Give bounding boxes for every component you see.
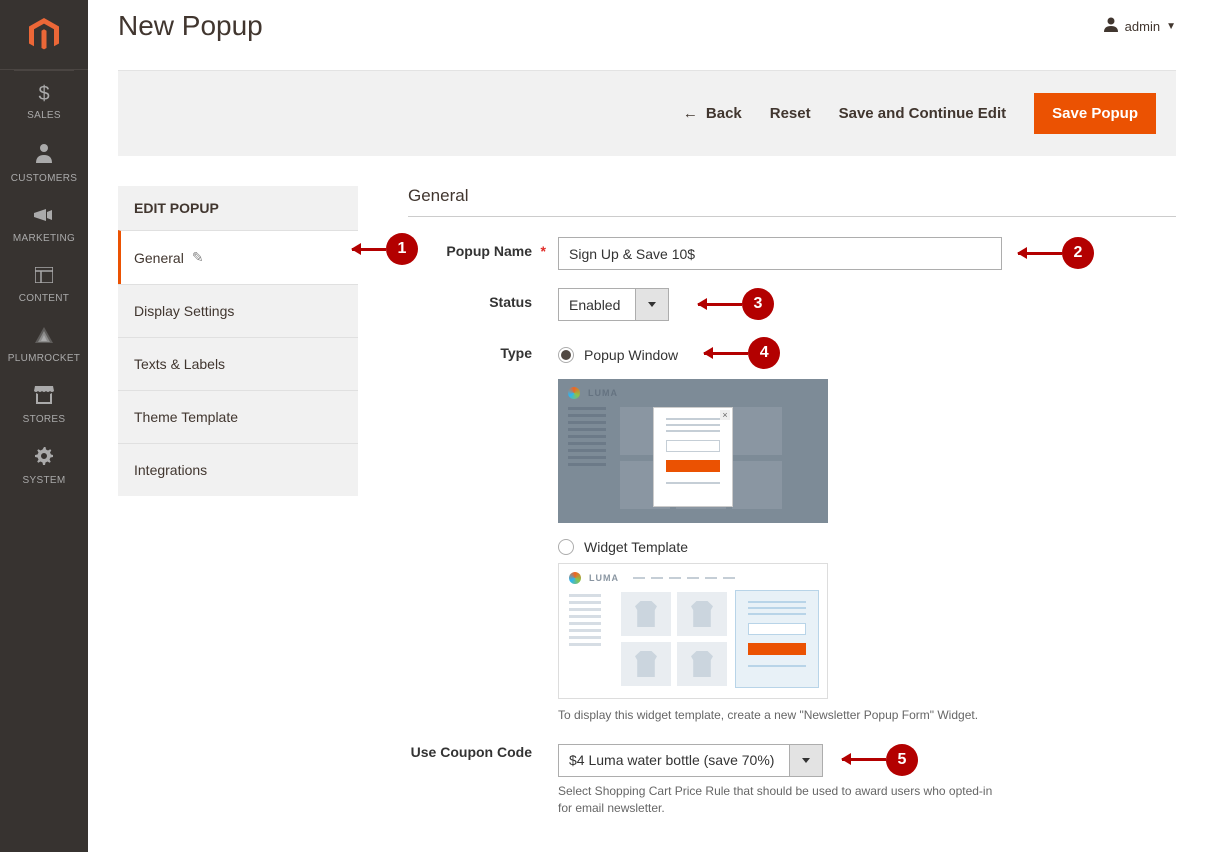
coupon-help-text: Select Shopping Cart Price Rule that sho…	[558, 783, 998, 817]
type-widget-template-radio[interactable]	[558, 539, 574, 555]
reset-button[interactable]: Reset	[770, 105, 811, 122]
gear-icon	[35, 447, 53, 471]
section-title: General	[408, 186, 1176, 217]
popup-name-label: Popup Name	[408, 237, 558, 259]
admin-sidebar: $ SALES CUSTOMERS MARKETING CONTENT PLUM…	[0, 0, 88, 852]
status-select[interactable]: Enabled	[558, 288, 669, 321]
type-widget-template-label: Widget Template	[584, 539, 688, 555]
magento-logo[interactable]	[0, 0, 88, 70]
nav-system[interactable]: SYSTEM	[0, 435, 88, 496]
tabs-panel: EDIT POPUP General ✎ 1 Display Settings …	[118, 186, 358, 496]
nav-plumrocket[interactable]: PLUMROCKET	[0, 314, 88, 374]
tabs-title: EDIT POPUP	[118, 186, 358, 230]
popup-window-preview: LUMA ×	[558, 379, 828, 523]
layout-icon	[35, 266, 53, 289]
nav-customers[interactable]: CUSTOMERS	[0, 131, 88, 194]
user-name: admin	[1125, 19, 1160, 34]
status-label: Status	[408, 288, 558, 310]
coupon-label: Use Coupon Code	[408, 744, 558, 760]
nav-sales[interactable]: $ SALES	[0, 71, 88, 131]
callout-4: 4	[748, 337, 780, 369]
popup-name-input[interactable]	[558, 237, 1002, 270]
triangle-icon	[35, 326, 53, 349]
type-popup-window-radio[interactable]	[558, 347, 574, 363]
tab-theme-template[interactable]: Theme Template	[118, 390, 358, 443]
chevron-down-icon[interactable]	[790, 744, 823, 777]
coupon-select[interactable]: $4 Luma water bottle (save 70%)	[558, 744, 823, 777]
chevron-down-icon[interactable]	[636, 288, 669, 321]
tab-texts-labels[interactable]: Texts & Labels	[118, 337, 358, 390]
callout-2: 2	[1062, 237, 1094, 269]
megaphone-icon	[34, 206, 54, 229]
arrow-left-icon: ←	[683, 105, 698, 122]
nav-content[interactable]: CONTENT	[0, 254, 88, 314]
tab-display-settings[interactable]: Display Settings	[118, 284, 358, 337]
widget-template-preview: LUMA	[558, 563, 828, 699]
back-button[interactable]: ← Back	[683, 105, 742, 122]
page-title: New Popup	[118, 10, 263, 42]
chevron-down-icon: ▼	[1166, 21, 1176, 32]
callout-3: 3	[742, 288, 774, 320]
user-menu[interactable]: admin ▼	[1103, 16, 1176, 37]
form-general: General Popup Name 2 Status Enabled	[408, 186, 1176, 834]
tab-general[interactable]: General ✎ 1	[118, 230, 358, 284]
user-icon	[1103, 16, 1119, 37]
nav-stores[interactable]: STORES	[0, 374, 88, 435]
save-continue-button[interactable]: Save and Continue Edit	[839, 105, 1007, 122]
type-popup-window-label: Popup Window	[584, 347, 678, 363]
tab-integrations[interactable]: Integrations	[118, 443, 358, 496]
dollar-icon: $	[38, 83, 49, 106]
store-icon	[34, 386, 54, 410]
person-icon	[36, 143, 52, 169]
widget-help-text: To display this widget template, create …	[558, 707, 998, 724]
action-toolbar: ← Back Reset Save and Continue Edit Save…	[118, 70, 1176, 156]
pencil-icon: ✎	[192, 249, 204, 266]
callout-5: 5	[886, 744, 918, 776]
type-label: Type	[408, 339, 558, 361]
nav-marketing[interactable]: MARKETING	[0, 194, 88, 254]
save-popup-button[interactable]: Save Popup	[1034, 93, 1156, 134]
